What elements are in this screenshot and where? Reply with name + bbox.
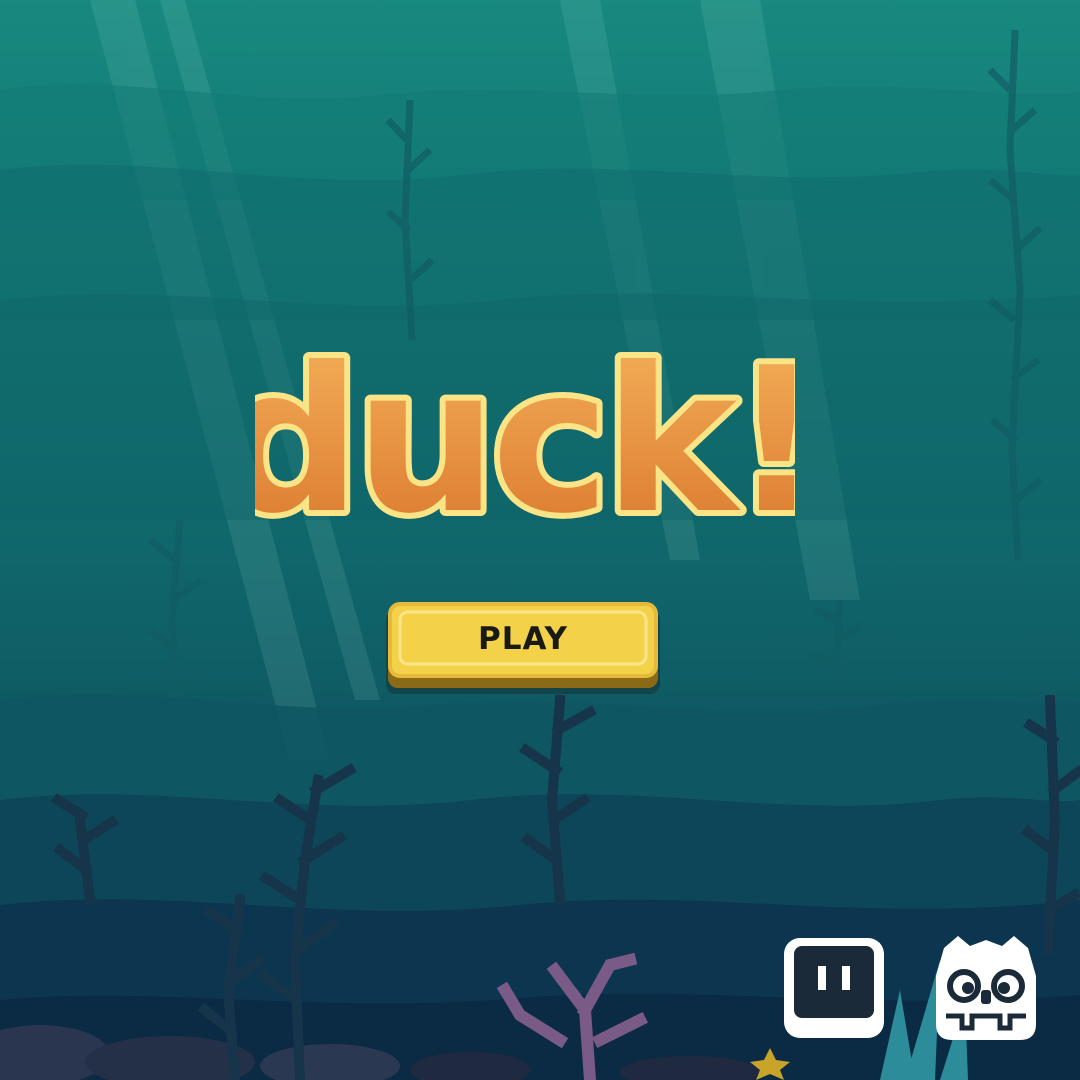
- play-button[interactable]: PLAY: [386, 602, 660, 694]
- game-title-logo: duck!: [255, 319, 795, 558]
- itch-io-logo[interactable]: [778, 932, 890, 1044]
- godot-engine-logo[interactable]: [924, 928, 1048, 1048]
- play-button-label: PLAY: [478, 621, 568, 657]
- game-scene: duck! PLAY: [0, 0, 1080, 1080]
- game-title-text: duck!: [255, 325, 795, 558]
- godot-engine-icon: [936, 936, 1036, 1040]
- itch-io-icon: [784, 938, 884, 1038]
